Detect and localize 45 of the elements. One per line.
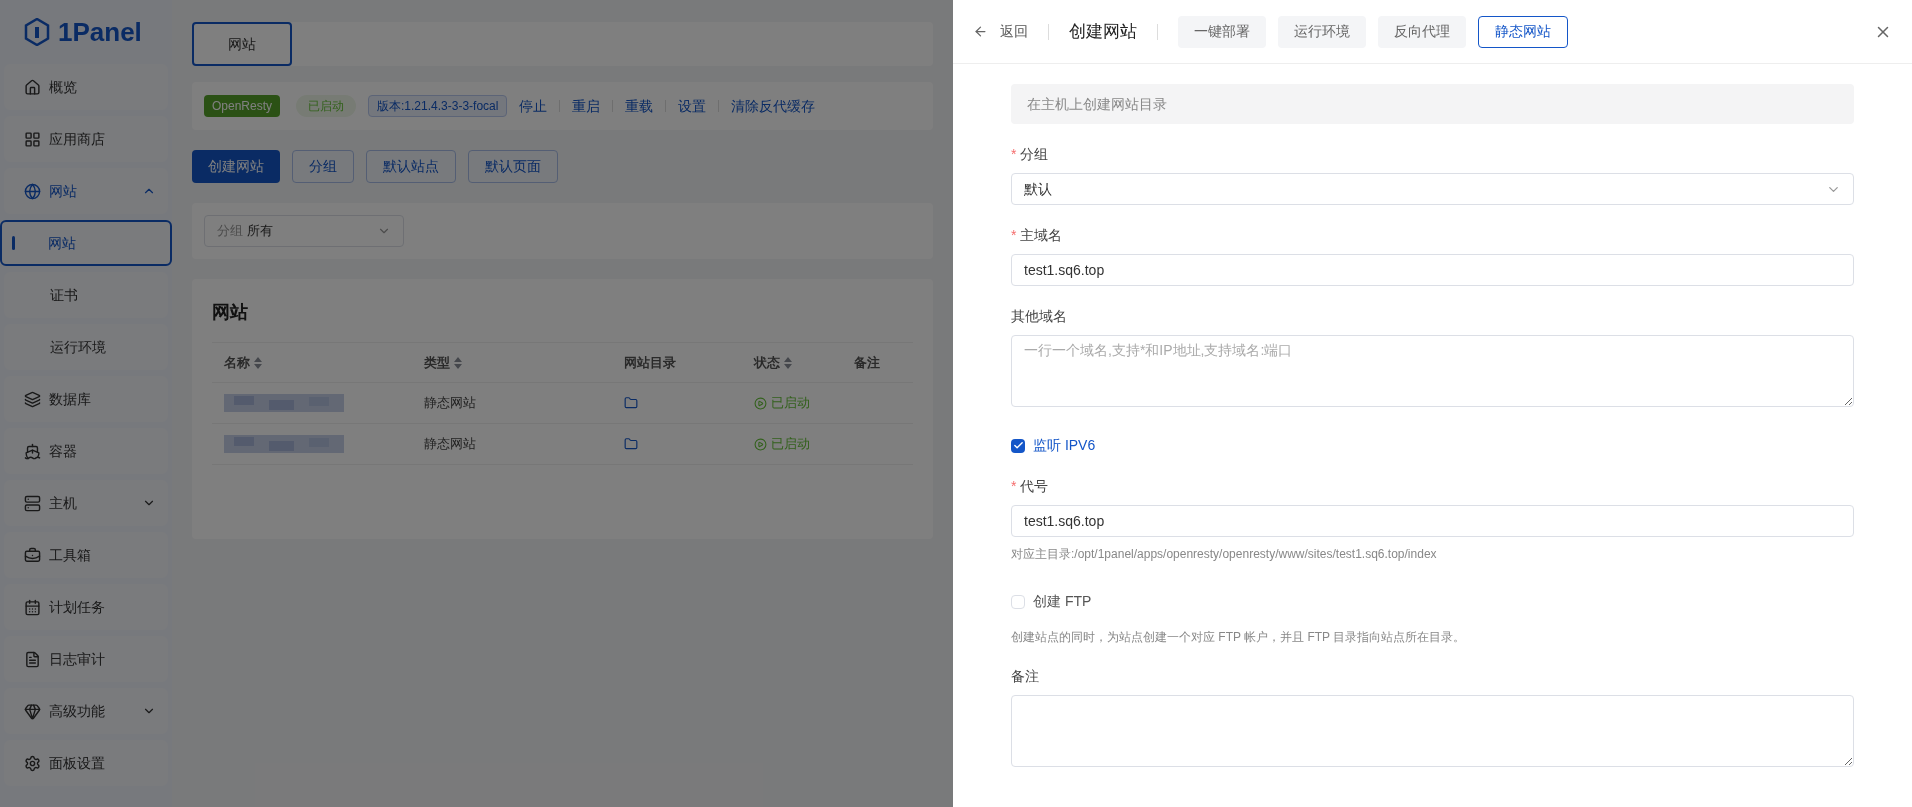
table-cell: 静态网站: [412, 383, 612, 424]
action-link[interactable]: 设置: [678, 95, 707, 117]
field-hint: 对应主目录:/opt/1panel/apps/openresty/openresty/www/sites/test1.sq6.top/index: [1011, 546, 1437, 563]
table-cell: 静态网站: [412, 424, 612, 465]
status-cell: 已启动: [742, 424, 842, 465]
text-input[interactable]: test1.sq6.top: [1011, 254, 1854, 286]
page-tab[interactable]: 网站: [192, 22, 292, 66]
field-label: * 代号: [1011, 477, 1049, 496]
textarea-field[interactable]: 一行一个域名,支持*和IP地址,支持域名:端口: [1011, 335, 1854, 407]
table-title: 网站: [212, 301, 248, 324]
back-link[interactable]: 返回: [1000, 21, 1028, 42]
column-header: 状态: [742, 343, 842, 383]
status-cell: 已启动: [742, 383, 842, 424]
logo-text: 1Panel: [58, 15, 142, 49]
notice-bar: 在主机上创建网站目录: [1011, 84, 1854, 124]
type-tab[interactable]: 一键部署: [1178, 15, 1266, 48]
column-header: 名称: [212, 343, 412, 383]
type-tab[interactable]: 静态网站: [1478, 15, 1568, 48]
action-link[interactable]: 清除反代缓存: [731, 95, 816, 117]
group-select[interactable]: 默认: [1011, 173, 1854, 205]
checkbox-label[interactable]: 监听 IPV6: [1033, 435, 1096, 456]
field-label: 备注: [1011, 667, 1039, 686]
drawer-title: 创建网站: [1069, 20, 1137, 43]
field-label: 其他域名: [1011, 307, 1067, 326]
status-tag: 已启动: [296, 95, 357, 117]
field-hint: 创建站点的同时，为站点创建一个对应 FTP 帐户，并且 FTP 目录指向站点所在目录。: [1011, 629, 1466, 646]
field-label: * 主域名: [1011, 226, 1063, 245]
type-tab[interactable]: 反向代理: [1378, 15, 1466, 48]
column-header: 类型: [412, 343, 612, 383]
text-input[interactable]: test1.sq6.top: [1011, 505, 1854, 537]
column-header: 网站目录: [612, 343, 742, 383]
outline-button[interactable]: 默认页面: [468, 150, 558, 183]
action-link[interactable]: 重启: [572, 95, 601, 117]
action-link[interactable]: 重载: [625, 95, 654, 117]
action-link[interactable]: 停止: [519, 95, 548, 117]
checkbox-label[interactable]: 创建 FTP: [1033, 591, 1092, 612]
field-label: * 分组: [1011, 145, 1049, 164]
version-tag: 版本:1.21.4.3-3-3-focal: [368, 95, 508, 117]
sidebar-subitem[interactable]: 网站: [0, 220, 172, 266]
outline-button[interactable]: 分组: [292, 150, 354, 183]
outline-button[interactable]: 默认站点: [366, 150, 456, 183]
primary-button[interactable]: 创建网站: [192, 150, 280, 183]
type-tab[interactable]: 运行环境: [1278, 15, 1366, 48]
app-tag: OpenResty: [204, 95, 281, 117]
column-header: 备注: [842, 343, 913, 383]
